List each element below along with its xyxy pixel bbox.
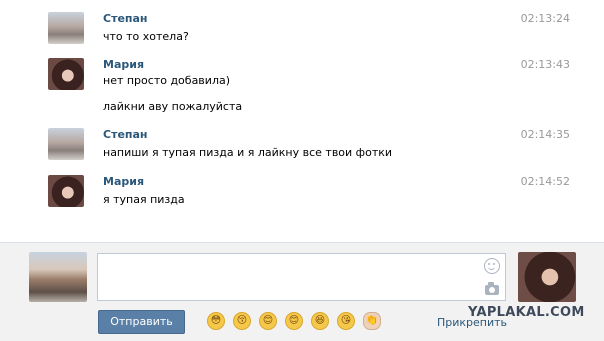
- message-text: напиши я тупая пизда и я лайкну все твои…: [103, 146, 393, 159]
- message-text: лайкни аву пожалуйста: [103, 100, 243, 113]
- message-author[interactable]: Мария: [103, 58, 144, 71]
- message-input[interactable]: [97, 253, 506, 301]
- flushed-emoji-icon[interactable]: 😳: [207, 312, 225, 330]
- watermark: YAPLAKAL.COM: [468, 305, 585, 320]
- message-item: Мария 02:13:43 нет просто добавила) лайк…: [48, 58, 576, 113]
- send-button[interactable]: Отправить: [98, 310, 185, 334]
- message-text: нет просто добавила): [103, 74, 231, 87]
- message-author[interactable]: Мария: [103, 175, 144, 188]
- smile-icon[interactable]: [484, 258, 500, 274]
- smile-emoji-icon[interactable]: 😊: [259, 312, 277, 330]
- kissing-emoji-icon[interactable]: 😚: [233, 312, 251, 330]
- camera-icon[interactable]: [485, 282, 499, 295]
- blush-emoji-icon[interactable]: 😊: [285, 312, 303, 330]
- message-item: Мария 02:14:52 я тупая пизда: [48, 175, 576, 207]
- maria-avatar[interactable]: [48, 58, 84, 90]
- peer-avatar[interactable]: [518, 252, 576, 302]
- message-list: Степан 02:13:24 что то хотела? Мария 02:…: [0, 0, 604, 242]
- message-author[interactable]: Степан: [103, 128, 148, 141]
- message-text: я тупая пизда: [103, 193, 185, 206]
- message-item: Степан 02:14:35 напиши я тупая пизда и я…: [48, 128, 576, 160]
- my-avatar[interactable]: [29, 252, 87, 302]
- message-time: 02:13:24: [520, 12, 570, 25]
- message-text: что то хотела?: [103, 30, 189, 43]
- laughing-emoji-icon[interactable]: 😆: [311, 312, 329, 330]
- message-time: 02:13:43: [520, 58, 570, 71]
- stepan-avatar[interactable]: [48, 128, 84, 160]
- stepan-avatar[interactable]: [48, 12, 84, 44]
- message-time: 02:14:35: [520, 128, 570, 141]
- message-time: 02:14:52: [520, 175, 570, 188]
- kiss-emoji-icon[interactable]: 😘: [337, 312, 355, 330]
- clap-emoji-icon[interactable]: 👏: [363, 312, 381, 330]
- message-item: Степан 02:13:24 что то хотела?: [48, 12, 576, 44]
- maria-avatar[interactable]: [48, 175, 84, 207]
- message-composer: Отправить 😳 😚 😊 😊 😆 😘 👏 Прикрепить YAPLA…: [0, 242, 604, 341]
- message-author[interactable]: Степан: [103, 12, 148, 25]
